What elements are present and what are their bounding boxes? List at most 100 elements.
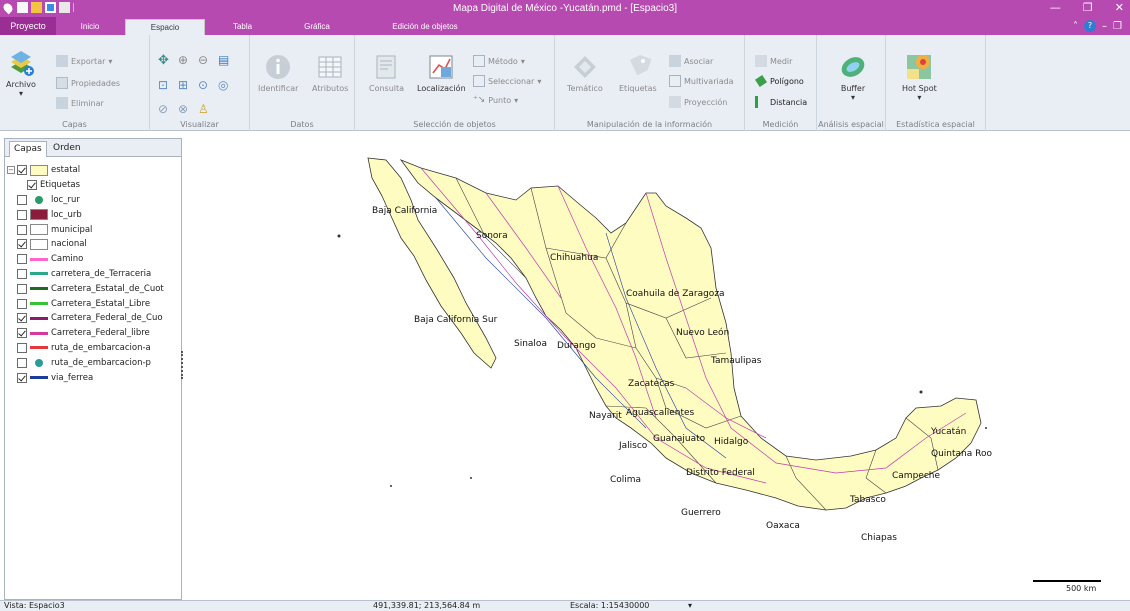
metodo-button[interactable]: Método ▾ — [473, 55, 525, 67]
tab-inicio[interactable]: Inicio — [60, 19, 120, 35]
layer-checkbox[interactable] — [17, 313, 27, 324]
zoom-window-icon[interactable]: ⊞ — [178, 78, 198, 92]
view-tools: ✥ ⊕ ⊖ ▤ ⊡ ⊞ ⊙ ◎ ⊘ ⊗ ♙ — [158, 53, 238, 116]
layer-row[interactable]: − estatal — [7, 163, 179, 178]
layer-row[interactable]: Camino — [7, 252, 179, 267]
restore-button[interactable]: ❐ — [1083, 1, 1093, 14]
layer-row[interactable]: Carretera_Estatal_Libre — [7, 296, 179, 311]
layer-swatch — [30, 257, 48, 261]
layer-row[interactable]: loc_urb — [7, 207, 179, 222]
layer-checkbox[interactable] — [27, 180, 37, 191]
tab-espacio[interactable]: Espacio — [125, 19, 205, 35]
proyeccion-button[interactable]: Proyección — [669, 96, 727, 108]
map-view[interactable]: Baja California Sonora Chihuahua Coahuila d… — [186, 138, 1130, 600]
title-bar: Mapa Digital de México -Yucatán.pmd - [E… — [0, 0, 1130, 17]
layer-checkbox[interactable] — [17, 268, 27, 279]
layers-view-icon[interactable]: ▤ — [218, 53, 238, 68]
tab-tabla[interactable]: Tabla — [210, 19, 275, 35]
minimize-button[interactable]: — — [1050, 1, 1061, 14]
layer-checkbox[interactable] — [17, 298, 27, 309]
previous-view-icon[interactable]: ⊘ — [158, 102, 178, 116]
multivariada-button[interactable]: Multivariada — [669, 75, 734, 87]
layer-checkbox[interactable] — [17, 357, 27, 368]
mdi-minimize-icon[interactable]: – — [1102, 21, 1107, 32]
mexico-map[interactable]: Baja California Sonora Chihuahua Coahuila d… — [186, 138, 1130, 600]
zoom-out-icon[interactable]: ⊖ — [198, 53, 218, 68]
multivariate-icon — [669, 75, 681, 87]
layer-row[interactable]: Carretera_Estatal_de_Cuot — [7, 281, 179, 296]
select-icon — [473, 75, 485, 87]
layer-row[interactable]: Etiquetas — [7, 178, 179, 193]
layer-row[interactable]: Carretera_Federal_de_Cuo — [7, 311, 179, 326]
buffer-button[interactable]: Buffer ▾ — [839, 53, 867, 102]
zoom-extent-icon[interactable]: ⊡ — [158, 78, 178, 92]
query-icon — [376, 55, 396, 79]
layers-add-icon — [10, 51, 34, 76]
layer-checkbox[interactable] — [17, 224, 27, 235]
layer-checkbox[interactable] — [17, 342, 27, 353]
collapse-ribbon-icon[interactable]: ˄ — [1073, 21, 1078, 32]
poligono-button[interactable]: Polígono — [755, 75, 804, 87]
close-button[interactable]: ✕ — [1115, 1, 1124, 14]
consulta-button[interactable]: Consulta — [369, 53, 404, 93]
layer-label: estatal — [51, 165, 81, 176]
seleccionar-button[interactable]: Seleccionar ▾ — [473, 75, 541, 87]
layer-checkbox[interactable] — [17, 283, 27, 294]
collapse-icon[interactable]: − — [7, 166, 15, 175]
etiquetas-button[interactable]: Etiquetas — [619, 53, 657, 93]
layer-row[interactable]: municipal — [7, 222, 179, 237]
person-icon[interactable]: ♙ — [198, 102, 218, 116]
layer-swatch — [30, 331, 48, 335]
state-label: Distrito Federal — [686, 468, 755, 478]
tab-capas[interactable]: Capas — [9, 141, 47, 157]
layer-row[interactable]: ruta_de_embarcacion-p — [7, 355, 179, 370]
pan-icon[interactable]: ✥ — [158, 53, 178, 68]
hotspot-button[interactable]: Hot Spot ▾ — [902, 53, 937, 102]
tab-orden[interactable]: Orden — [49, 141, 85, 157]
localizacion-button[interactable]: Localización — [417, 53, 466, 93]
layer-checkbox[interactable] — [17, 239, 27, 250]
state-label: Zacatecas — [628, 379, 675, 389]
zoom-select-icon[interactable]: ⊙ — [198, 78, 218, 92]
archivo-button[interactable]: Archivo ▾ — [6, 49, 36, 98]
tag-icon — [629, 55, 652, 76]
mdi-restore-icon[interactable]: ❐ — [1113, 21, 1122, 32]
tab-proyecto[interactable]: Proyecto — [0, 17, 56, 35]
chevron-down-icon: ▾ — [917, 93, 922, 102]
propiedades-button[interactable]: Propiedades — [56, 77, 120, 89]
next-view-icon[interactable]: ⊗ — [178, 102, 198, 116]
help-icon[interactable]: ? — [1084, 20, 1097, 32]
layer-row[interactable]: loc_rur — [7, 193, 179, 208]
eliminar-button[interactable]: Eliminar — [56, 97, 104, 109]
layer-row[interactable]: ruta_de_embarcacion-a — [7, 341, 179, 356]
tab-edicion[interactable]: Edición de objetos — [365, 19, 485, 35]
tab-grafica[interactable]: Gráfica — [278, 19, 356, 35]
panel-splitter[interactable] — [181, 351, 183, 379]
layer-row[interactable]: nacional — [7, 237, 179, 252]
zoom-scale-icon[interactable]: ◎ — [218, 78, 238, 92]
layer-checkbox[interactable] — [17, 165, 27, 176]
layer-checkbox[interactable] — [17, 209, 27, 220]
layer-swatch — [30, 224, 48, 236]
zoom-in-icon[interactable]: ⊕ — [178, 53, 198, 68]
atributos-button[interactable]: Atributos — [312, 53, 348, 93]
medir-button[interactable]: Medir — [755, 55, 792, 67]
layer-row[interactable]: carretera_de_Terraceria — [7, 267, 179, 282]
layer-row[interactable]: via_ferrea — [7, 370, 179, 385]
chevron-down-icon: ▾ — [850, 93, 855, 102]
exportar-button[interactable]: Exportar ▾ — [56, 55, 112, 67]
layer-checkbox[interactable] — [17, 372, 27, 383]
status-vista: Vista: Espacio3 — [4, 601, 65, 610]
layer-row[interactable]: Carretera_Federal_libre — [7, 326, 179, 341]
asociar-button[interactable]: Asociar — [669, 55, 713, 67]
layer-checkbox[interactable] — [17, 328, 27, 339]
state-label: Nuevo León — [676, 327, 729, 338]
chevron-down-icon[interactable]: ▾ — [688, 601, 692, 610]
tematico-button[interactable]: Temático — [567, 53, 603, 93]
punto-button[interactable]: ⁺↘ Punto ▾ — [473, 95, 518, 105]
group-label: Datos — [290, 120, 314, 129]
identificar-button[interactable]: Identificar — [258, 53, 298, 93]
layer-checkbox[interactable] — [17, 254, 27, 265]
layer-checkbox[interactable] — [17, 194, 27, 205]
distancia-button[interactable]: Distancia — [755, 96, 807, 108]
